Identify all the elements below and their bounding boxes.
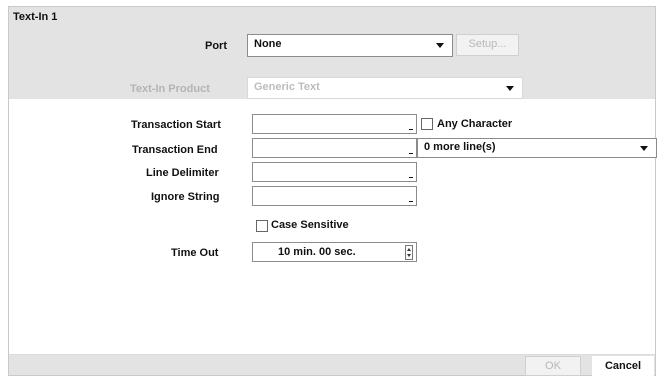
text-in-product-label: Text-In Product [130, 83, 210, 95]
text-in-dialog: Text-In 1 Port None Setup... Text-In Pro… [8, 6, 657, 376]
transaction-start-input[interactable] [252, 114, 417, 134]
port-dropdown[interactable]: None [247, 34, 453, 57]
any-character-checkbox[interactable] [421, 118, 433, 130]
line-delimiter-input[interactable] [252, 162, 417, 182]
ignore-string-label: Ignore String [151, 191, 220, 203]
chevron-down-icon [640, 146, 648, 151]
setup-button[interactable]: Setup... [456, 34, 519, 56]
transaction-start-label: Transaction Start [131, 119, 221, 131]
time-out-stepper[interactable]: 10 min. 00 sec. [252, 242, 417, 262]
arrow-up-icon [407, 248, 411, 251]
edit-icon [409, 153, 413, 154]
ignore-string-input[interactable] [252, 186, 417, 206]
ok-button[interactable]: OK [525, 356, 581, 376]
text-in-product-dropdown[interactable]: Generic Text [247, 77, 523, 99]
transaction-end-input[interactable] [252, 138, 417, 158]
dialog-title: Text-In 1 [13, 11, 58, 23]
case-sensitive-label: Case Sensitive [271, 219, 349, 231]
more-lines-dropdown[interactable]: 0 more line(s) [417, 138, 657, 158]
time-out-label: Time Out [171, 247, 219, 259]
text-in-product-value: Generic Text [254, 81, 320, 93]
chevron-down-icon [506, 86, 514, 91]
port-label: Port [205, 40, 227, 52]
cancel-button[interactable]: Cancel [592, 356, 654, 376]
case-sensitive-checkbox[interactable] [256, 220, 268, 232]
edit-icon [409, 201, 413, 202]
time-out-value: 10 min. 00 sec. [278, 246, 356, 258]
any-character-label: Any Character [437, 118, 513, 130]
port-value: None [254, 38, 282, 50]
transaction-end-label: Transaction End [132, 144, 218, 156]
footer-divider [9, 354, 655, 355]
spin-arrows-icon[interactable] [405, 245, 413, 260]
more-lines-value: 0 more line(s) [424, 141, 496, 153]
edit-icon [409, 177, 413, 178]
line-delimiter-label: Line Delimiter [146, 167, 219, 179]
edit-icon [409, 129, 413, 130]
arrow-down-icon [407, 254, 411, 257]
chevron-down-icon [436, 43, 444, 48]
